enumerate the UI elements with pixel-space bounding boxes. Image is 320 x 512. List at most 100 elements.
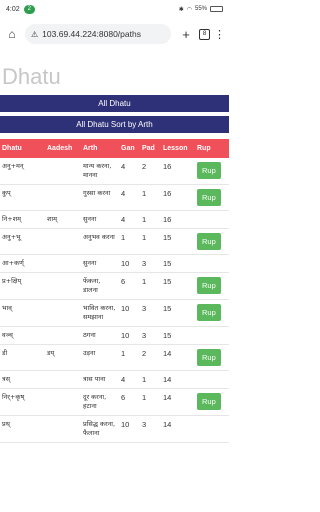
cell-pad: 1	[140, 228, 161, 255]
cell-arth: सुनना	[81, 254, 119, 273]
cell-gan: 10	[119, 254, 140, 273]
header-pad: Pad	[142, 145, 155, 152]
table-row: प्रथ् प्रसिद्ध करना, फैलाना 10 3 14	[0, 415, 229, 443]
cell-aadesh	[45, 158, 81, 185]
cell-rup: Rup	[195, 388, 229, 416]
cell-rup: Rup	[195, 344, 229, 371]
table-header-row: Dhatu Aadesh Arth Gan Pad Lesson Rup	[0, 139, 229, 158]
cell-lesson: 16	[161, 184, 195, 211]
table-row: डी डय् उड़ना 1 2 14 Rup	[0, 344, 229, 371]
cell-lesson: 15	[161, 272, 195, 300]
cell-pad: 3	[140, 415, 161, 443]
cell-rup: Rup	[195, 228, 229, 255]
cell-gan: 1	[119, 344, 140, 371]
cell-rup: Rup	[195, 184, 229, 211]
cell-dhatu: त्रस्	[0, 370, 45, 389]
cell-rup: Rup	[195, 158, 229, 185]
cell-arth: भावित करना, समझाना	[81, 299, 119, 327]
address-bar[interactable]: ⚠ 103.69.44.224:8080/paths	[25, 24, 171, 44]
cell-gan: 4	[119, 210, 140, 229]
cell-arth: सुनना	[81, 210, 119, 229]
table-row: कुप् गुस्सा करना 4 1 16 Rup	[0, 184, 229, 211]
cell-pad: 1	[140, 388, 161, 416]
battery-text: 55%	[194, 6, 207, 12]
bluetooth-icon: ✱	[178, 6, 184, 13]
cell-aadesh	[45, 299, 81, 327]
url-text: 103.69.44.224:8080/paths	[42, 29, 141, 39]
cell-arth: फेंकना, डालना	[81, 272, 119, 300]
rup-button[interactable]: Rup	[197, 304, 221, 321]
cell-lesson: 14	[161, 370, 195, 389]
cell-gan: 10	[119, 299, 140, 327]
all-dhatu-button[interactable]: All Dhatu	[0, 95, 229, 112]
header-rup: Rup	[197, 145, 211, 152]
cell-gan: 10	[119, 326, 140, 345]
table-row: अनु+मन् मान्य करना, मानना 4 2 16 Rup	[0, 158, 229, 185]
cell-pad: 3	[140, 326, 161, 345]
rup-button[interactable]: Rup	[197, 162, 221, 179]
notification-badge: 2	[23, 4, 35, 14]
table-row: नि+शम् शाम् सुनना 4 1 16	[0, 210, 229, 229]
cell-lesson: 16	[161, 210, 195, 229]
cell-pad: 2	[140, 344, 161, 371]
battery-icon	[210, 6, 223, 12]
cell-lesson: 16	[161, 158, 195, 185]
table-row: त्रस् त्रास पाना 4 1 14	[0, 370, 229, 389]
cell-aadesh	[45, 184, 81, 211]
tab-switcher-button[interactable]: 8	[199, 28, 210, 40]
cell-aadesh	[45, 228, 81, 255]
cell-aadesh	[45, 254, 81, 273]
cell-arth: त्रास पाना	[81, 370, 119, 389]
cell-gan: 4	[119, 370, 140, 389]
cell-rup	[195, 415, 229, 443]
cell-arth: उड़ना	[81, 344, 119, 371]
cell-dhatu: अनु+मन्	[0, 158, 45, 185]
cell-dhatu: नि+शम्	[0, 210, 45, 229]
cell-dhatu: निर्+कृष्	[0, 388, 45, 416]
home-icon[interactable]: ⌂	[5, 27, 19, 41]
cell-lesson: 15	[161, 299, 195, 327]
status-icons: ✱ ◠ 55%	[179, 6, 223, 13]
cell-dhatu: अनु+भू	[0, 228, 45, 255]
sort-by-arth-button[interactable]: All Dhatu Sort by Arth	[0, 116, 229, 133]
cell-dhatu: भाव्	[0, 299, 45, 327]
cell-pad: 1	[140, 272, 161, 300]
rup-button[interactable]: Rup	[197, 277, 221, 294]
cell-dhatu: वञ्च्	[0, 326, 45, 345]
cell-aadesh	[45, 326, 81, 345]
cell-arth: मान्य करना, मानना	[81, 158, 119, 185]
not-secure-icon[interactable]: ⚠	[31, 30, 38, 39]
cell-gan: 4	[119, 158, 140, 185]
table-row: अनु+भू अनुभव करना 1 1 15 Rup	[0, 228, 229, 255]
cell-lesson: 15	[161, 254, 195, 273]
table-row: आ+कर्ण् सुनना 10 3 15	[0, 254, 229, 273]
table-row: वञ्च् ठगना 10 3 15	[0, 326, 229, 345]
cell-aadesh	[45, 415, 81, 443]
cell-lesson: 15	[161, 326, 195, 345]
cell-dhatu: डी	[0, 344, 45, 371]
cell-lesson: 14	[161, 415, 195, 443]
table-row: प्र+क्षिप् फेंकना, डालना 6 1 15 Rup	[0, 272, 229, 300]
menu-icon[interactable]: ⋮	[214, 28, 225, 41]
new-tab-icon[interactable]: +	[177, 27, 195, 42]
cell-pad: 2	[140, 158, 161, 185]
browser-toolbar: ⌂ ⚠ 103.69.44.224:8080/paths + 8 ⋮	[0, 20, 229, 48]
cell-aadesh	[45, 272, 81, 300]
cell-arth: प्रसिद्ध करना, फैलाना	[81, 415, 119, 443]
cell-rup	[195, 370, 229, 389]
cell-gan: 1	[119, 228, 140, 255]
cell-dhatu: आ+कर्ण्	[0, 254, 45, 273]
rup-button[interactable]: Rup	[197, 349, 221, 366]
cell-gan: 6	[119, 272, 140, 300]
dhatu-table: Dhatu Aadesh Arth Gan Pad Lesson Rup अनु…	[0, 139, 229, 443]
cell-rup: Rup	[195, 299, 229, 327]
cell-arth: ठगना	[81, 326, 119, 345]
cell-aadesh: डय्	[45, 344, 81, 371]
rup-button[interactable]: Rup	[197, 393, 221, 410]
cell-lesson: 15	[161, 228, 195, 255]
cell-arth: गुस्सा करना	[81, 184, 119, 211]
rup-button[interactable]: Rup	[197, 189, 221, 206]
cell-aadesh	[45, 370, 81, 389]
header-lesson: Lesson	[163, 145, 188, 152]
rup-button[interactable]: Rup	[197, 233, 221, 250]
